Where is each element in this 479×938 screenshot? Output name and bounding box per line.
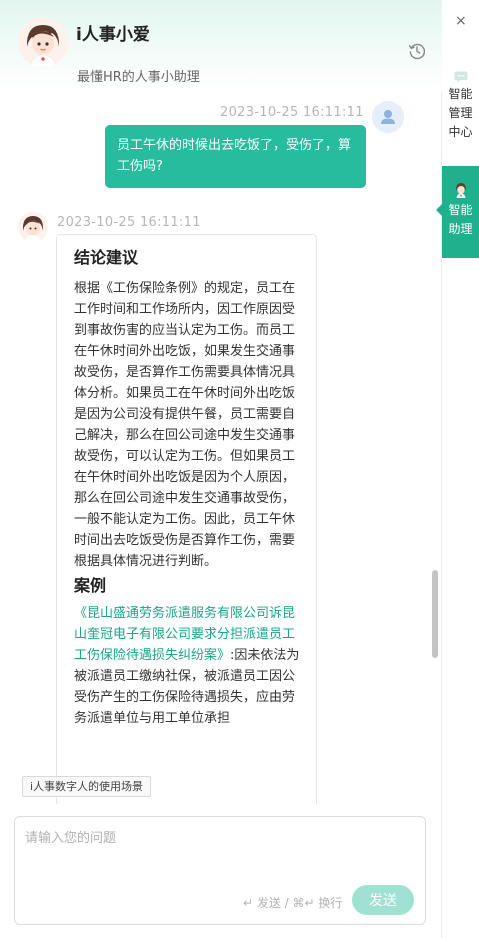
assistant-avatar	[18, 17, 68, 67]
bot-answer-card: 结论建议 根据《工伤保险条例》的规定，员工在工作时间和工作场所内，因工作原因受到…	[56, 234, 317, 804]
active-pointer	[436, 204, 442, 216]
conclusion-heading: 结论建议	[74, 248, 139, 267]
history-clock-icon[interactable]	[407, 41, 427, 61]
chat-header: i人事小爱 最懂HR的人事小助理	[0, 0, 442, 92]
send-button[interactable]: 发送	[352, 885, 414, 915]
user-message-timestamp: 2023-10-25 16:11:11	[220, 105, 364, 120]
chat-panel: i人事小爱 最懂HR的人事小助理 2023-10-25 16:11:11 员工午…	[0, 0, 442, 938]
app-title: i人事小爱	[76, 25, 150, 45]
close-icon[interactable]: ×	[455, 14, 467, 28]
rail-item-assistant[interactable]: 智能助理	[436, 166, 479, 258]
question-input[interactable]	[25, 827, 415, 877]
user-avatar	[372, 101, 404, 133]
case-heading: 案例	[74, 576, 107, 595]
assistant-avatar-icon	[454, 182, 468, 198]
message-scrollbar[interactable]	[432, 570, 438, 658]
message-list[interactable]: 2023-10-25 16:11:11 员工午休的时候出去吃饭了，受伤了，算工伤…	[0, 92, 442, 804]
keyboard-hint: ↵ 发送 / ⌘↵ 换行	[243, 896, 343, 910]
case-paragraph: 《昆山盛通劳务派遣服务有限公司诉昆山奎冠电子有限公司要求分担派遣员工工伤保险待遇…	[74, 603, 302, 729]
rail-item-assistant-label: 智能助理	[448, 203, 473, 236]
app-subtitle: 最懂HR的人事小助理	[77, 70, 200, 85]
question-input-box: ↵ 发送 / ⌘↵ 换行 发送	[14, 816, 426, 925]
chat-bubble-icon	[454, 68, 468, 83]
rail-item-management-center-label: 智能管理中心	[448, 87, 473, 139]
right-rail: × 智能管理中心 智能助理	[436, 0, 479, 938]
usage-scenario-tag[interactable]: i人事数字人的使用场景	[22, 776, 152, 797]
user-message-bubble: 员工午休的时候出去吃饭了，受伤了，算工伤吗?	[105, 125, 366, 188]
rail-item-management-center[interactable]: 智能管理中心	[442, 68, 479, 148]
bot-avatar	[18, 212, 48, 242]
conclusion-text: 根据《工伤保险条例》的规定，员工在工作时间和工作场所内，因工作原因受到事故伤害的…	[74, 281, 296, 569]
bot-message-timestamp: 2023-10-25 16:11:11	[57, 215, 201, 230]
